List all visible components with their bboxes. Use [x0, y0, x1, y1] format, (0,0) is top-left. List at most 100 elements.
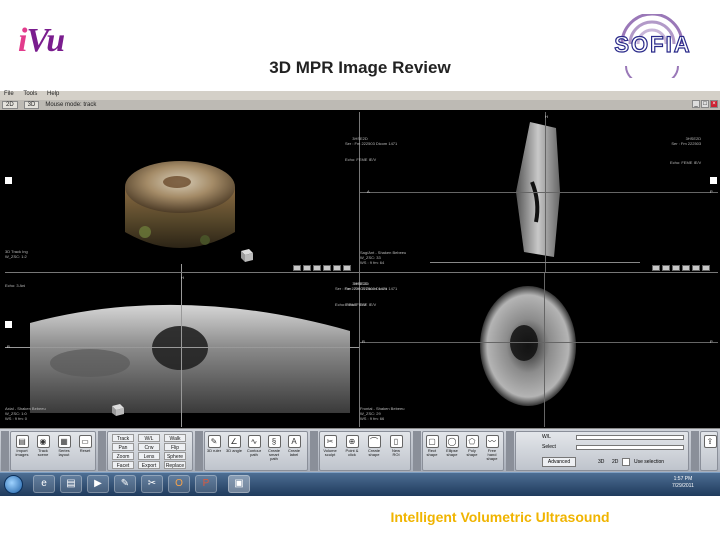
contour-path-button[interactable]: ∿ Contour path — [246, 435, 262, 457]
ie-icon[interactable]: e — [33, 475, 55, 493]
freehand-icon: 〰 — [485, 435, 499, 448]
ivu-logo: iVu — [18, 22, 65, 59]
group-tab-browse[interactable] — [98, 431, 106, 471]
mpr-viewport[interactable]: 3D Track Ing W_ZSC: 1:2 3HSE2D Ser : Fm 22… — [5, 112, 718, 427]
use-selection-checkbox[interactable] — [622, 458, 630, 466]
reset-button[interactable]: ▭ Reset — [77, 435, 93, 453]
ribbon-toolbar: ▤ Import images ◉ Track scene ▦ Series layo… — [0, 428, 720, 472]
tool-icon[interactable] — [682, 265, 690, 271]
3d-ruler-button[interactable]: ✎ 3D ruler — [206, 435, 222, 453]
tool-icon[interactable] — [702, 265, 710, 271]
taskbar-clock[interactable]: 1:57 PM 7/29/2011 — [672, 476, 694, 490]
minimize-icon[interactable]: _ — [692, 100, 700, 108]
poly-icon: ⬠ — [465, 435, 479, 448]
point-click-button[interactable]: ⊕ Point & click — [344, 435, 360, 457]
tool-icon[interactable] — [323, 265, 331, 271]
wl-tool-button[interactable]: W/L — [138, 434, 160, 442]
sphere-tool-button[interactable]: Sphere — [164, 452, 186, 460]
lens-tool-button[interactable]: Lens — [138, 452, 160, 460]
tool-icon[interactable] — [652, 265, 660, 271]
group-tab-wl[interactable] — [506, 431, 514, 471]
snipping-icon[interactable]: ✂ — [141, 475, 163, 493]
flip-tool-button[interactable]: Flip — [164, 443, 186, 451]
replace-tool-button[interactable]: Replace — [164, 461, 186, 469]
menu-tools[interactable]: Tools — [23, 91, 37, 97]
new-roi-button[interactable]: ▯ New ROI — [388, 435, 404, 457]
tool-icon[interactable] — [293, 265, 301, 271]
import-images-button[interactable]: ▤ Import images — [14, 435, 30, 457]
select-slider[interactable] — [576, 445, 684, 450]
group-tab-measure[interactable] — [195, 431, 203, 471]
track-scene-button[interactable]: ◉ Track scene — [35, 435, 51, 457]
smart-path-button[interactable]: § Create smart path — [266, 435, 282, 461]
volume-sculpt-button[interactable]: ✂ Volume sculpt — [322, 435, 338, 457]
group-tab-shapes[interactable] — [413, 431, 421, 471]
quad-br-header: 3HSE2D Ser : Fm 222503 Dicom 1471 — [345, 281, 398, 291]
group-tab-layout[interactable] — [1, 431, 9, 471]
tool-icon[interactable] — [343, 265, 351, 271]
pan-tool-button[interactable]: Pan — [112, 443, 134, 451]
wl-3d-button[interactable]: 3D — [598, 459, 604, 465]
sofia-wordmark: SOFIA — [614, 31, 692, 57]
start-button-icon[interactable] — [4, 475, 23, 494]
orientation-cube-icon[interactable] — [109, 403, 125, 417]
maximize-icon[interactable]: □ — [701, 100, 709, 108]
quad-frontal[interactable]: 3HSE2D Ser : Fm 222503 Dicom 1471 Echo: F… — [345, 273, 718, 427]
paint-icon[interactable]: ✎ — [114, 475, 136, 493]
view-handle[interactable] — [710, 177, 717, 184]
tool-icon[interactable] — [303, 265, 311, 271]
close-icon[interactable]: × — [710, 100, 718, 108]
menu-file[interactable]: File — [4, 91, 14, 97]
3d-angle-button[interactable]: ∠ 3D angle — [226, 435, 242, 453]
advanced-button[interactable]: Advanced — [542, 457, 576, 467]
quad-3d-render[interactable]: 3D Track Ing W_ZSC: 1:2 — [5, 112, 359, 272]
outlook-icon[interactable]: O — [168, 475, 190, 493]
quad-tl-tools — [293, 265, 351, 271]
zoom-tool-button[interactable]: Zoom — [112, 452, 134, 460]
powerpoint-icon[interactable]: P — [195, 475, 217, 493]
freehand-shape-button[interactable]: 〰 Free hand shape — [484, 435, 500, 461]
tool-icon[interactable] — [672, 265, 680, 271]
group-wl: W/L Select Advanced 3D 2D Use selection — [515, 431, 689, 471]
marker-p: P — [710, 339, 713, 344]
media-player-icon[interactable]: ▶ — [87, 475, 109, 493]
marker-r: R — [7, 344, 10, 349]
ivu-app-icon[interactable]: ▣ — [228, 475, 250, 493]
track-tool-button[interactable]: Track — [112, 434, 134, 442]
facet-tool-button[interactable]: Facet — [112, 461, 134, 469]
export-tool-button[interactable]: Export — [138, 461, 160, 469]
series-layout-button[interactable]: ▦ Series layout — [56, 435, 72, 457]
menu-help[interactable]: Help — [47, 91, 59, 97]
create-label-button[interactable]: A Create label — [286, 435, 302, 457]
quad-tl-info: 3D Track Ing W_ZSC: 1:2 — [5, 249, 28, 259]
tool-icon[interactable] — [333, 265, 341, 271]
group-tab-sculpt[interactable] — [310, 431, 318, 471]
quad-tr-right-info: 3HSE2D Ser : Fm 222503 Echo: FEME IE/V — [670, 136, 702, 165]
quad-sagittal[interactable]: 3HSE2D Ser : Fm 222503 Dicom 1471 Echo: F… — [345, 112, 718, 272]
crw-tool-button[interactable]: Crw — [138, 443, 160, 451]
wl-slider[interactable] — [576, 435, 684, 440]
quad-axial[interactable]: Echo: 3 Ani 3HSE2D Ser : Fm 222503 Dicom … — [5, 273, 387, 427]
export-button[interactable]: ⇪ — [702, 435, 718, 449]
walk-tool-button[interactable]: Walk — [164, 434, 186, 442]
group-tab-export[interactable] — [691, 431, 699, 471]
rect-shape-button[interactable]: ▢ Rect shape — [424, 435, 440, 457]
wl-2d-button[interactable]: 2D — [612, 459, 618, 465]
view-handle[interactable] — [5, 177, 12, 184]
tagline: Intelligent Volumetric Ultrasound — [390, 509, 610, 525]
ellipse-shape-button[interactable]: ◯ Ellipse shape — [444, 435, 460, 457]
poly-shape-button[interactable]: ⬠ Poly shape — [464, 435, 480, 457]
group-shapes: ▢ Rect shape ◯ Ellipse shape ⬠ Poly shape 〰… — [422, 431, 504, 471]
create-shape-button[interactable]: ⌒ Create shape — [366, 435, 382, 457]
sagittal-slice-image — [516, 122, 560, 257]
quad-br-info: Frontal - Shaken Bebeeu W_ZSC: 29 WS : 9 f… — [360, 406, 405, 421]
point-icon: ⊕ — [345, 435, 359, 448]
tool-icon[interactable] — [662, 265, 670, 271]
view-handle[interactable] — [5, 321, 12, 328]
explorer-icon[interactable]: ▤ — [60, 475, 82, 493]
orientation-cube-icon[interactable] — [237, 247, 255, 263]
view-3d-button[interactable]: 3D — [23, 101, 40, 109]
view-2d-button[interactable]: 2D — [2, 101, 18, 109]
tool-icon[interactable] — [313, 265, 321, 271]
tool-icon[interactable] — [692, 265, 700, 271]
